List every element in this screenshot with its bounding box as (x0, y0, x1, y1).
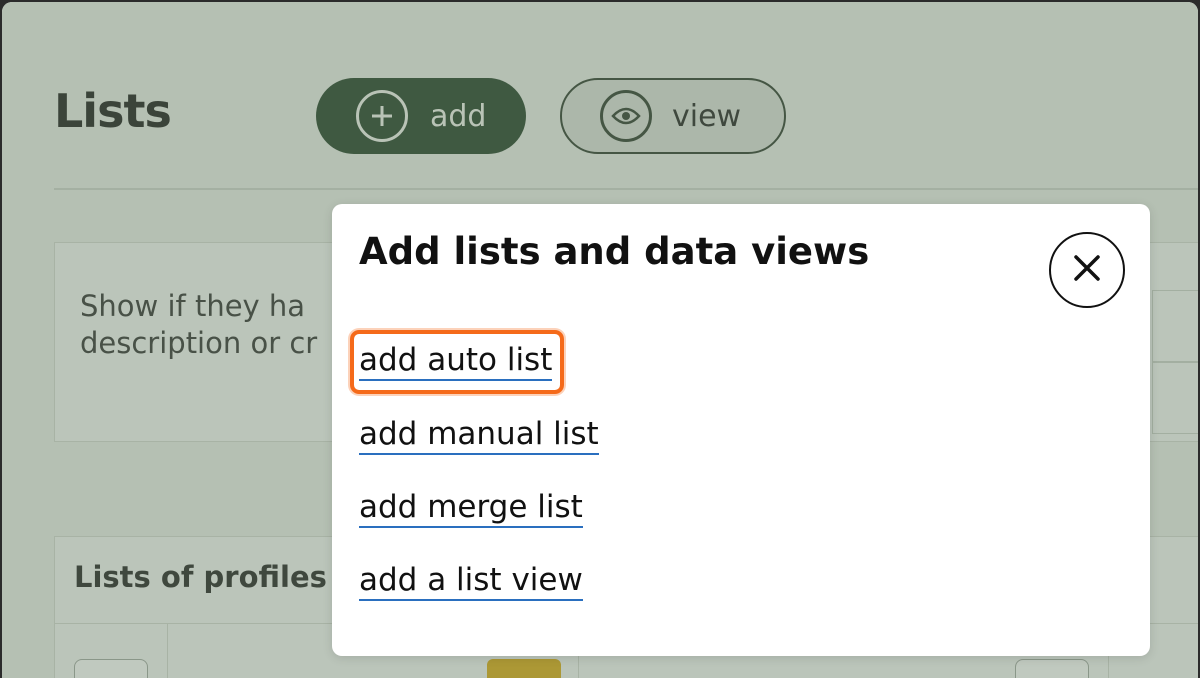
add-list-view-link[interactable]: add a list view (359, 562, 583, 601)
add-manual-list-link[interactable]: add manual list (359, 416, 599, 455)
add-merge-list-link[interactable]: add merge list (359, 489, 583, 528)
add-lists-modal: Add lists and data views add auto list a… (332, 204, 1150, 656)
highlight-outline (350, 330, 564, 394)
modal-title: Add lists and data views (359, 230, 870, 273)
close-icon (1072, 253, 1102, 287)
close-button[interactable] (1049, 232, 1125, 308)
